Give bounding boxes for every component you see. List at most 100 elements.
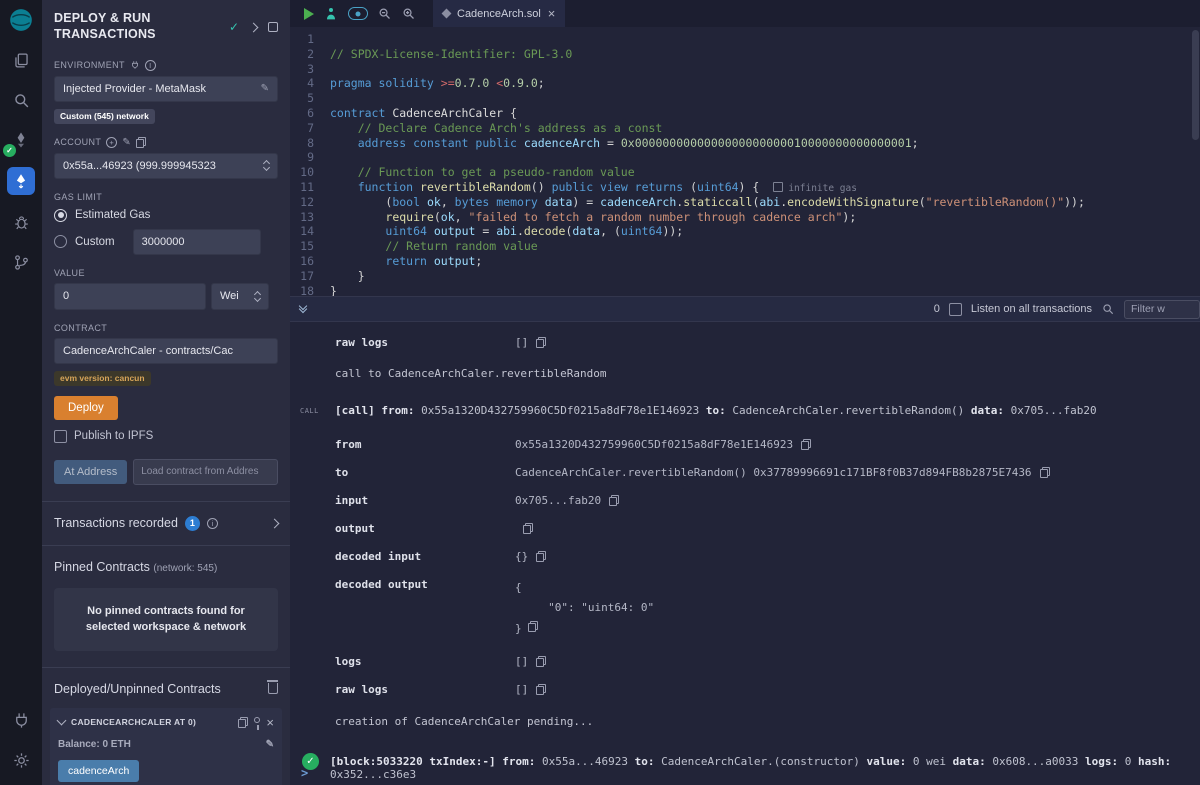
terminal-toolbar: 0 Listen on all transactions: [290, 296, 1200, 322]
expand-transactions-icon[interactable]: [270, 518, 280, 528]
deploy-run-panel: DEPLOY & RUN TRANSACTIONS ✓ ENVIRONMENT …: [42, 0, 290, 785]
edit-environment-icon[interactable]: ✎: [261, 83, 269, 94]
contract-select[interactable]: CadenceArchCaler - contracts/Cac: [54, 338, 278, 364]
terminal-search-icon[interactable]: [1101, 302, 1115, 316]
tab-cadencearch-sol[interactable]: CadenceArch.sol ×: [433, 0, 565, 27]
listen-checkbox[interactable]: [949, 303, 962, 316]
code-editor[interactable]: 12// SPDX-License-Identifier: GPL-3.034p…: [290, 27, 1200, 296]
copy-icon[interactable]: [536, 551, 546, 562]
chevron-right-icon[interactable]: [249, 22, 259, 32]
terminal[interactable]: raw logs[]call to CadenceArchCaler.rever…: [290, 322, 1200, 785]
copy-icon[interactable]: [536, 656, 546, 667]
settings-gear-icon[interactable]: [8, 747, 34, 773]
info-icon[interactable]: i: [207, 518, 218, 529]
copy-icon[interactable]: [609, 495, 619, 506]
info-icon[interactable]: i: [145, 60, 156, 71]
code-line: 15 // Return random value: [290, 239, 1200, 254]
zoom-in-icon[interactable]: [401, 6, 416, 21]
terminal-message: call to CadenceArchCaler.revertibleRando…: [290, 356, 1200, 391]
code-text: (bool ok, bytes memory data) = cadenceAr…: [330, 195, 1085, 210]
account-select[interactable]: 0x55a...46923 (999.999945323: [54, 153, 278, 179]
popout-icon[interactable]: [268, 22, 278, 32]
activity-bar: ✓: [0, 0, 42, 785]
copy-icon[interactable]: [801, 439, 811, 450]
at-address-button[interactable]: At Address: [54, 460, 127, 484]
add-account-icon[interactable]: +: [106, 137, 117, 148]
file-explorer-icon[interactable]: [8, 47, 34, 73]
transactions-count-badge: 1: [185, 516, 200, 531]
code-text: // Return random value: [330, 239, 538, 254]
code-line: 10 // Function to get a pseudo-random va…: [290, 165, 1200, 180]
search-icon[interactable]: [8, 87, 34, 113]
terminal-prompt[interactable]: >: [301, 766, 308, 780]
assistant-icon[interactable]: [323, 6, 339, 22]
close-tab-icon[interactable]: ×: [548, 7, 556, 20]
clear-contracts-icon[interactable]: [268, 683, 278, 694]
pin-contract-icon[interactable]: [254, 717, 260, 723]
check-icon: ✓: [229, 20, 239, 34]
remix-logo-icon: [8, 7, 34, 33]
copy-account-icon[interactable]: [136, 137, 146, 148]
environment-label: ENVIRONMENT: [54, 60, 125, 70]
value-input[interactable]: [54, 283, 206, 310]
environment-select[interactable]: Injected Provider - MetaMask ✎: [54, 76, 278, 102]
collapse-terminal-icon[interactable]: [300, 306, 306, 312]
filter-input[interactable]: [1124, 300, 1200, 319]
remove-contract-icon[interactable]: ×: [266, 716, 274, 729]
code-line: 9: [290, 150, 1200, 165]
panel-title: DEPLOY & RUN TRANSACTIONS: [54, 10, 204, 43]
deploy-button[interactable]: Deploy: [54, 396, 118, 420]
contract-value: CadenceArchCaler - contracts/Cac: [63, 345, 233, 357]
code-line: 16 return output;: [290, 254, 1200, 269]
code-text: contract CadenceArchCaler {: [330, 106, 517, 121]
copy-icon[interactable]: [1040, 467, 1050, 478]
terminal-kv-row: input0x705...fab20: [290, 486, 1200, 514]
contract-function-button-cadencearch[interactable]: cadenceArch: [58, 760, 139, 782]
sign-message-icon[interactable]: ✎: [122, 137, 131, 148]
zoom-out-icon[interactable]: [377, 6, 392, 21]
deployed-contracts-header: Deployed/Unpinned Contracts: [42, 668, 290, 704]
code-text: return output;: [330, 254, 482, 269]
editor-scrollbar[interactable]: [1192, 30, 1199, 140]
custom-gas-option[interactable]: Custom: [54, 229, 278, 255]
publish-ipfs-label: Publish to IPFS: [74, 430, 153, 442]
source-control-icon[interactable]: [8, 249, 34, 275]
code-line: 8 address constant public cadenceArch = …: [290, 136, 1200, 151]
plugin-manager-icon[interactable]: [8, 707, 34, 733]
deploy-run-icon[interactable]: [7, 167, 35, 195]
edit-balance-icon[interactable]: ✎: [266, 739, 274, 750]
copy-address-icon[interactable]: [238, 717, 248, 728]
collapse-contract-icon[interactable]: [57, 716, 67, 726]
code-text: // Function to get a pseudo-random value: [330, 165, 635, 180]
value-unit-select[interactable]: Wei: [211, 283, 269, 310]
block-text: [block:5033220 txIndex:-] from: 0x55a...…: [330, 753, 1200, 781]
terminal-kv-row: toCadenceArchCaler.revertibleRandom() 0x…: [290, 458, 1200, 486]
line-number: 18: [290, 284, 330, 296]
transactions-recorded-row: Transactions recorded 1 i: [42, 502, 290, 545]
terminal-key: output: [335, 522, 507, 535]
terminal-block-row[interactable]: ✓[block:5033220 txIndex:-] from: 0x55a..…: [290, 739, 1200, 785]
copy-icon[interactable]: [528, 621, 538, 632]
estimated-gas-label: Estimated Gas: [75, 209, 150, 221]
custom-gas-input[interactable]: [133, 229, 261, 255]
copy-icon[interactable]: [536, 337, 546, 348]
debugger-icon[interactable]: [8, 209, 34, 235]
at-address-input[interactable]: [133, 459, 278, 485]
terminal-value: []: [515, 655, 528, 668]
publish-ipfs-row[interactable]: Publish to IPFS: [54, 430, 278, 443]
radio-selected-icon[interactable]: [54, 209, 67, 222]
copy-icon[interactable]: [523, 523, 533, 534]
copy-icon[interactable]: [536, 684, 546, 695]
eye-toggle-icon[interactable]: [348, 7, 368, 20]
checkbox-icon[interactable]: [54, 430, 67, 443]
code-text: address constant public cadenceArch = 0x…: [330, 136, 919, 151]
terminal-call-row[interactable]: CALL[call] from: 0x55a1320D432759960C5Df…: [290, 391, 1200, 430]
call-tag: CALL: [300, 404, 335, 415]
environment-label-row: ENVIRONMENT i: [54, 60, 278, 71]
estimated-gas-option[interactable]: Estimated Gas: [54, 209, 278, 222]
code-line: 1: [290, 32, 1200, 47]
run-script-icon[interactable]: [304, 8, 314, 20]
radio-unselected-icon[interactable]: [54, 235, 67, 248]
line-number: 3: [290, 62, 330, 77]
solidity-compiler-icon[interactable]: ✓: [8, 127, 34, 153]
